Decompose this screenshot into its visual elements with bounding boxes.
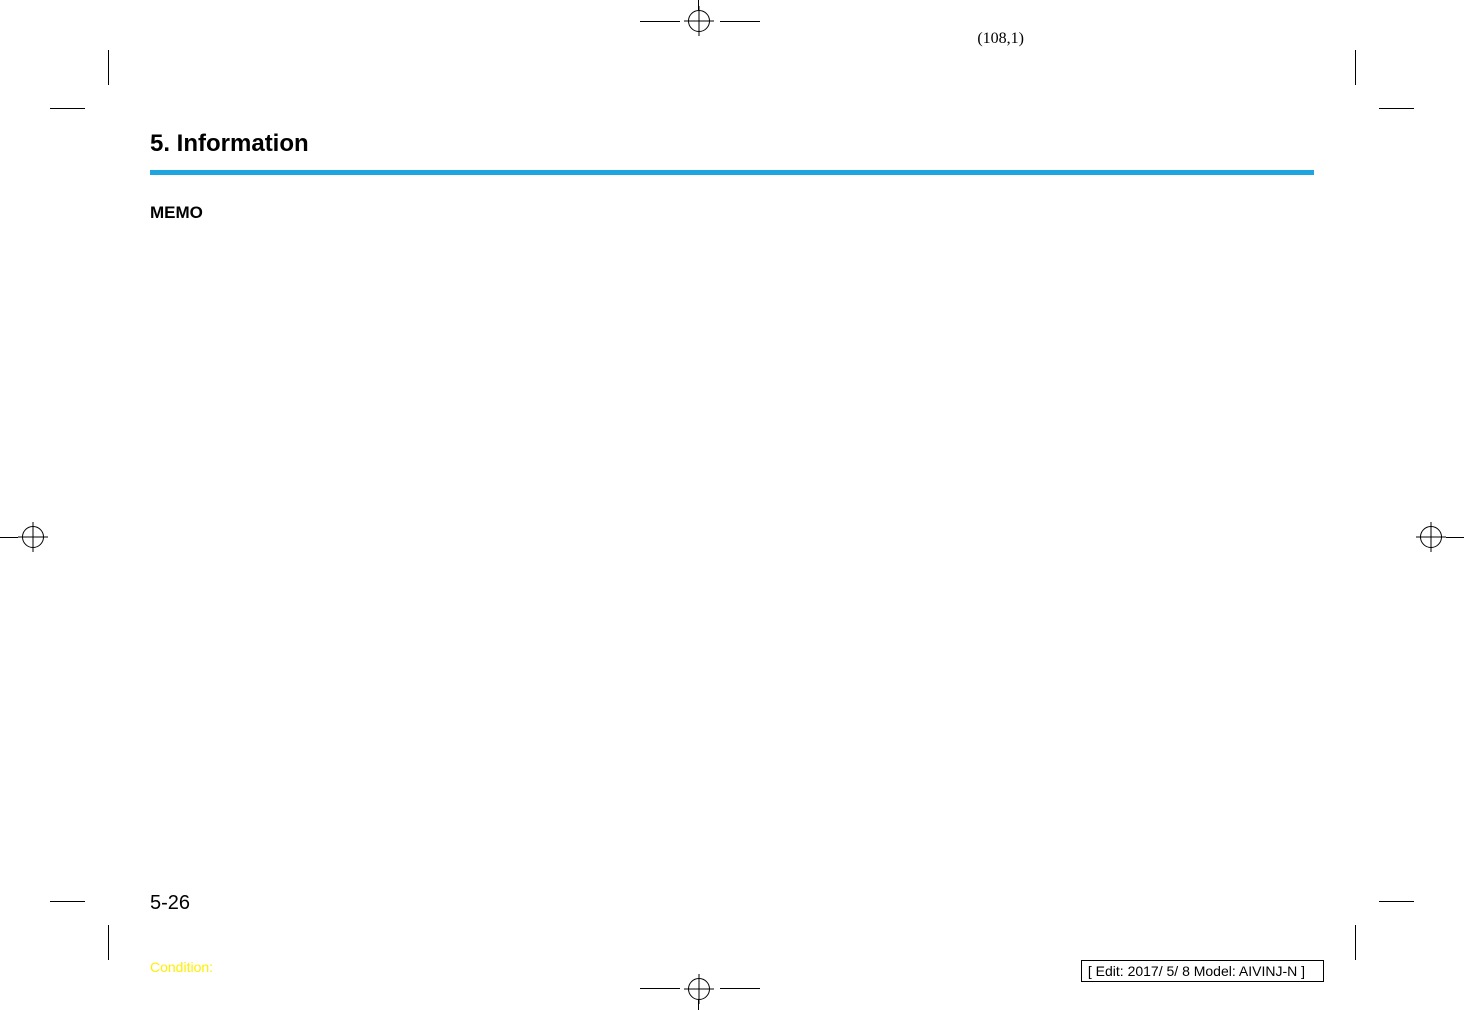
page-number: 5-26 <box>150 892 190 915</box>
memo-label: MEMO <box>150 203 1314 223</box>
registration-mark-icon <box>688 978 710 1000</box>
crop-mark <box>640 988 680 989</box>
crop-mark <box>0 537 18 538</box>
crop-mark <box>50 901 85 902</box>
registration-mark-icon <box>1420 526 1442 548</box>
page-coordinate: (108,1) <box>977 30 1024 48</box>
crop-mark <box>640 21 680 22</box>
edit-info-box: [ Edit: 2017/ 5/ 8 Model: AIVINJ-N ] <box>1081 960 1324 982</box>
crop-mark <box>720 21 760 22</box>
registration-mark-icon <box>688 10 710 32</box>
content-area: 5. Information MEMO <box>150 130 1314 223</box>
section-divider <box>150 170 1314 175</box>
crop-mark <box>720 988 760 989</box>
crop-mark <box>1379 901 1414 902</box>
crop-mark <box>1355 925 1356 960</box>
crop-mark <box>50 108 85 109</box>
crop-mark <box>108 925 109 960</box>
crop-mark <box>1355 50 1356 85</box>
registration-mark-icon <box>22 526 44 548</box>
crop-mark <box>1446 537 1464 538</box>
condition-label: Condition: <box>150 959 213 975</box>
section-title: 5. Information <box>150 130 1314 158</box>
crop-mark <box>1379 108 1414 109</box>
crop-mark <box>108 50 109 85</box>
